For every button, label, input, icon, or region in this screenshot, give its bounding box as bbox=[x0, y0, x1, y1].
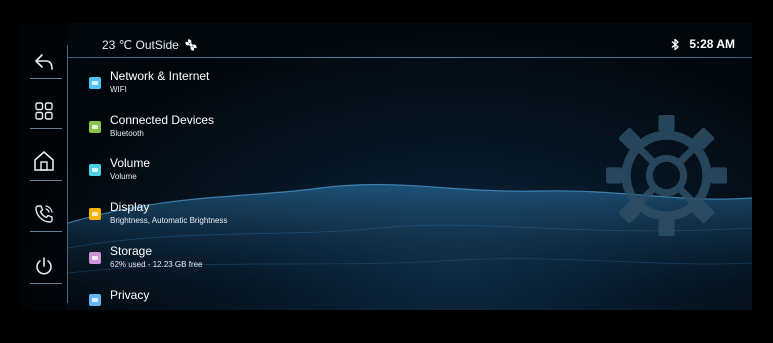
menu-item-subtitle: Volume bbox=[110, 172, 137, 181]
settings-gear-icon bbox=[606, 115, 727, 236]
header-divider bbox=[68, 57, 752, 58]
temperature-label: 23 ℃ OutSide bbox=[102, 38, 179, 52]
storage-icon bbox=[89, 252, 101, 264]
home-button[interactable] bbox=[33, 150, 55, 172]
phone-button[interactable] bbox=[33, 203, 55, 225]
menu-item-subtitle: Bluetooth bbox=[110, 129, 144, 138]
menu-item-title: Connected Devices bbox=[110, 113, 215, 127]
left-sidebar bbox=[20, 23, 67, 310]
temperature-status: 23 ℃ OutSide bbox=[102, 38, 198, 52]
status-right: 5:28 AM bbox=[671, 37, 735, 51]
home-icon bbox=[34, 151, 54, 171]
apps-grid-icon bbox=[35, 102, 53, 120]
menu-item-title: Privacy bbox=[110, 288, 150, 302]
menu-item-title: Display bbox=[110, 200, 150, 214]
menu-item-storage[interactable]: Storage 62% used - 12.23 GB free bbox=[89, 244, 389, 278]
network-icon bbox=[89, 77, 101, 89]
menu-item-subtitle: Brightness, Automatic Brightness bbox=[110, 216, 228, 225]
sidebar-divider bbox=[30, 231, 62, 232]
sidebar-divider bbox=[30, 128, 62, 129]
back-arrow-icon bbox=[35, 54, 53, 70]
apps-button[interactable] bbox=[33, 100, 55, 122]
clock: 5:28 AM bbox=[689, 37, 735, 51]
sidebar-divider bbox=[30, 283, 62, 284]
menu-item-title: Storage bbox=[110, 244, 153, 258]
bluetooth-icon bbox=[671, 38, 680, 50]
display-icon bbox=[89, 208, 101, 220]
menu-item-volume[interactable]: Volume Volume bbox=[89, 156, 389, 190]
menu-item-subtitle: WIFI bbox=[110, 85, 127, 94]
sidebar-divider bbox=[30, 78, 62, 79]
settings-screen: 23 ℃ OutSide 5:28 AM Network & Internet … bbox=[20, 23, 752, 310]
privacy-icon bbox=[89, 294, 101, 306]
menu-item-display[interactable]: Display Brightness, Automatic Brightness bbox=[89, 200, 389, 234]
menu-item-title: Network & Internet bbox=[110, 69, 210, 83]
sidebar-divider bbox=[30, 180, 62, 181]
power-button[interactable] bbox=[33, 255, 55, 277]
phone-icon bbox=[35, 205, 53, 223]
sidebar-border bbox=[67, 45, 68, 303]
menu-item-connected-devices[interactable]: Connected Devices Bluetooth bbox=[89, 113, 389, 147]
devices-icon bbox=[89, 121, 101, 133]
power-icon bbox=[36, 257, 52, 275]
menu-item-network[interactable]: Network & Internet WIFI bbox=[89, 69, 389, 103]
back-button[interactable] bbox=[33, 51, 55, 73]
menu-item-title: Volume bbox=[110, 156, 151, 170]
volume-icon bbox=[89, 164, 101, 176]
menu-item-subtitle: 62% used - 12.23 GB free bbox=[110, 260, 203, 269]
fan-icon bbox=[185, 39, 197, 51]
menu-item-privacy[interactable]: Privacy bbox=[89, 288, 389, 310]
